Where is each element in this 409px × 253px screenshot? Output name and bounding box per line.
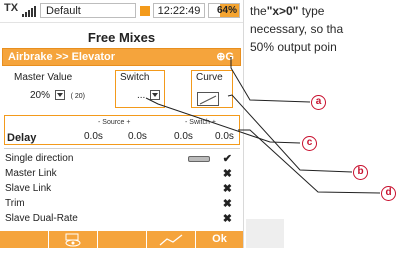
softkey-bar: Ok (0, 231, 243, 248)
callout-c: c (302, 136, 317, 151)
clock: 12:22:49 (153, 3, 205, 18)
master-value-text: 20% (30, 90, 51, 101)
option-single-direction[interactable]: Single direction ✔ (5, 153, 240, 167)
page-title: Free Mixes (87, 30, 156, 45)
manual-text-line-2: necessary, so tha (250, 22, 344, 36)
softkey-ok[interactable]: Ok (196, 231, 243, 248)
callout-d: d (381, 186, 396, 201)
master-value-sub: ( 20) (70, 93, 85, 100)
curve-label: Curve (196, 72, 223, 83)
switch-dropdown-icon[interactable] (150, 90, 161, 101)
delay-switch-minus[interactable]: 0.0s (174, 131, 193, 142)
mix-toggle-icon[interactable]: ⊕G (216, 50, 234, 63)
manual-text-line-3: 50% output poin (250, 40, 337, 54)
manual-text-line-1: the"x>0" type (250, 4, 324, 18)
option-slave-link[interactable]: Slave Link ✖ (5, 183, 240, 197)
option-label: Single direction (5, 153, 74, 164)
divider (4, 148, 240, 149)
delay-source-plus[interactable]: 0.0s (128, 131, 147, 142)
option-label: Slave Link (5, 183, 52, 194)
model-name[interactable]: Default (40, 3, 136, 18)
master-value[interactable]: 20% ( 20) (30, 90, 85, 101)
softkey-1[interactable] (0, 231, 49, 248)
option-state[interactable]: ✖ (223, 212, 232, 225)
option-trim[interactable]: Trim ✖ (5, 198, 240, 212)
delay-switch-plus[interactable]: 0.0s (215, 131, 234, 142)
option-state[interactable]: ✖ (223, 182, 232, 195)
mix-name: Airbrake >> Elevator (8, 51, 116, 63)
tx-label: TX (4, 2, 19, 14)
curve-icon[interactable] (197, 92, 219, 106)
status-bar: TX Default 12:22:49 64% (0, 0, 243, 23)
recording-indicator-icon (140, 6, 150, 16)
signal-strength-icon (22, 6, 38, 17)
option-state[interactable]: ✖ (223, 197, 232, 210)
master-value-dropdown-icon[interactable] (54, 90, 65, 101)
delay-label: Delay (7, 132, 37, 144)
softkey-3[interactable] (98, 231, 147, 248)
grey-panel (246, 219, 284, 248)
manual-text-bold: "x>0" (266, 4, 299, 18)
switch-value-text: ... (137, 90, 146, 101)
option-state[interactable]: ✔ (223, 152, 232, 165)
option-label: Master Link (5, 168, 57, 179)
option-label: Trim (5, 198, 25, 209)
source-header: - Source + (98, 119, 131, 126)
transmitter-screen: TX Default 12:22:49 64% Free Mixes Airbr… (0, 0, 244, 248)
option-slave-dual-rate[interactable]: Slave Dual-Rate ✖ (5, 213, 240, 227)
switch-label: Switch (120, 72, 150, 83)
option-state[interactable]: ✖ (223, 167, 232, 180)
battery-indicator: 64% (208, 3, 240, 18)
mix-selector[interactable]: Airbrake >> Elevator ⊕G (2, 48, 241, 66)
manual-text-suffix: type (298, 4, 325, 18)
switch-header: - Switch + (185, 119, 216, 126)
direction-icon (188, 156, 210, 162)
view-icon (65, 233, 81, 247)
curve-graph-icon (159, 234, 183, 246)
option-master-link[interactable]: Master Link ✖ (5, 168, 240, 182)
delay-source-minus[interactable]: 0.0s (84, 131, 103, 142)
callout-a: a (311, 95, 326, 110)
manual-text-prefix: the (250, 4, 267, 18)
master-value-label: Master Value (14, 72, 73, 83)
option-label: Slave Dual-Rate (5, 213, 78, 224)
softkey-view[interactable] (49, 231, 98, 248)
battery-percent: 64% (216, 5, 237, 16)
softkey-curve[interactable] (147, 231, 196, 248)
callout-b: b (353, 165, 368, 180)
switch-value[interactable]: ... (137, 90, 161, 101)
